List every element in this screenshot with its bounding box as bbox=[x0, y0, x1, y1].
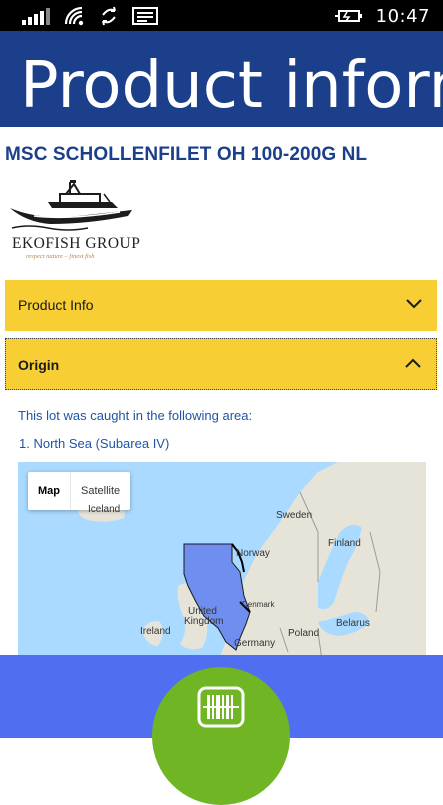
catch-area-map[interactable]: Map Satellite Iceland Sweden Norway Finl… bbox=[18, 462, 426, 662]
brand-logo: EKOFISH GROUP respect nature – finest fi… bbox=[8, 180, 148, 264]
battery-charging-icon bbox=[334, 10, 362, 22]
origin-intro: This lot was caught in the following are… bbox=[18, 408, 253, 423]
catch-area-item: 1. North Sea (Subarea IV) bbox=[19, 436, 170, 451]
map-label-germany: Germany bbox=[234, 638, 276, 649]
map-label-belarus: Belarus bbox=[336, 618, 370, 629]
logo-tagline: respect nature – finest fish bbox=[26, 253, 95, 260]
page-title: Product inform bbox=[20, 49, 443, 123]
map-label-poland: Poland bbox=[288, 628, 320, 639]
data-sense-icon bbox=[102, 6, 116, 26]
map-label-finland: Finland bbox=[328, 538, 361, 549]
clock: 10:47 bbox=[375, 5, 430, 27]
map-label-norway: Norway bbox=[236, 548, 270, 559]
map-label-iceland: Iceland bbox=[88, 504, 121, 515]
accordion-label: Origin bbox=[18, 357, 60, 373]
boat-icon bbox=[10, 180, 132, 231]
map-type-map[interactable]: Map bbox=[28, 472, 71, 510]
barcode-scan-icon bbox=[197, 686, 245, 728]
chevron-down-icon bbox=[406, 299, 422, 309]
status-bar: 10:47 bbox=[0, 0, 443, 31]
signal-icon bbox=[22, 7, 50, 25]
page-header: Product inform bbox=[0, 31, 443, 127]
map-label-sweden: Sweden bbox=[276, 510, 313, 521]
accordion-origin[interactable]: Origin bbox=[5, 338, 437, 390]
accordion-label: Product Info bbox=[18, 297, 94, 313]
message-icon bbox=[132, 7, 158, 25]
product-name: MSC SCHOLLENFILET OH 100-200G NL bbox=[5, 144, 368, 165]
map-label-denmark: Denmark bbox=[242, 600, 275, 609]
accordion-product-info[interactable]: Product Info bbox=[5, 280, 437, 331]
chevron-up-icon bbox=[405, 358, 421, 368]
logo-name: EKOFISH GROUP bbox=[12, 235, 141, 252]
map-label-ireland: Ireland bbox=[140, 626, 171, 637]
map-label-kingdom: Kingdom bbox=[184, 616, 224, 627]
wifi-icon bbox=[64, 6, 84, 26]
